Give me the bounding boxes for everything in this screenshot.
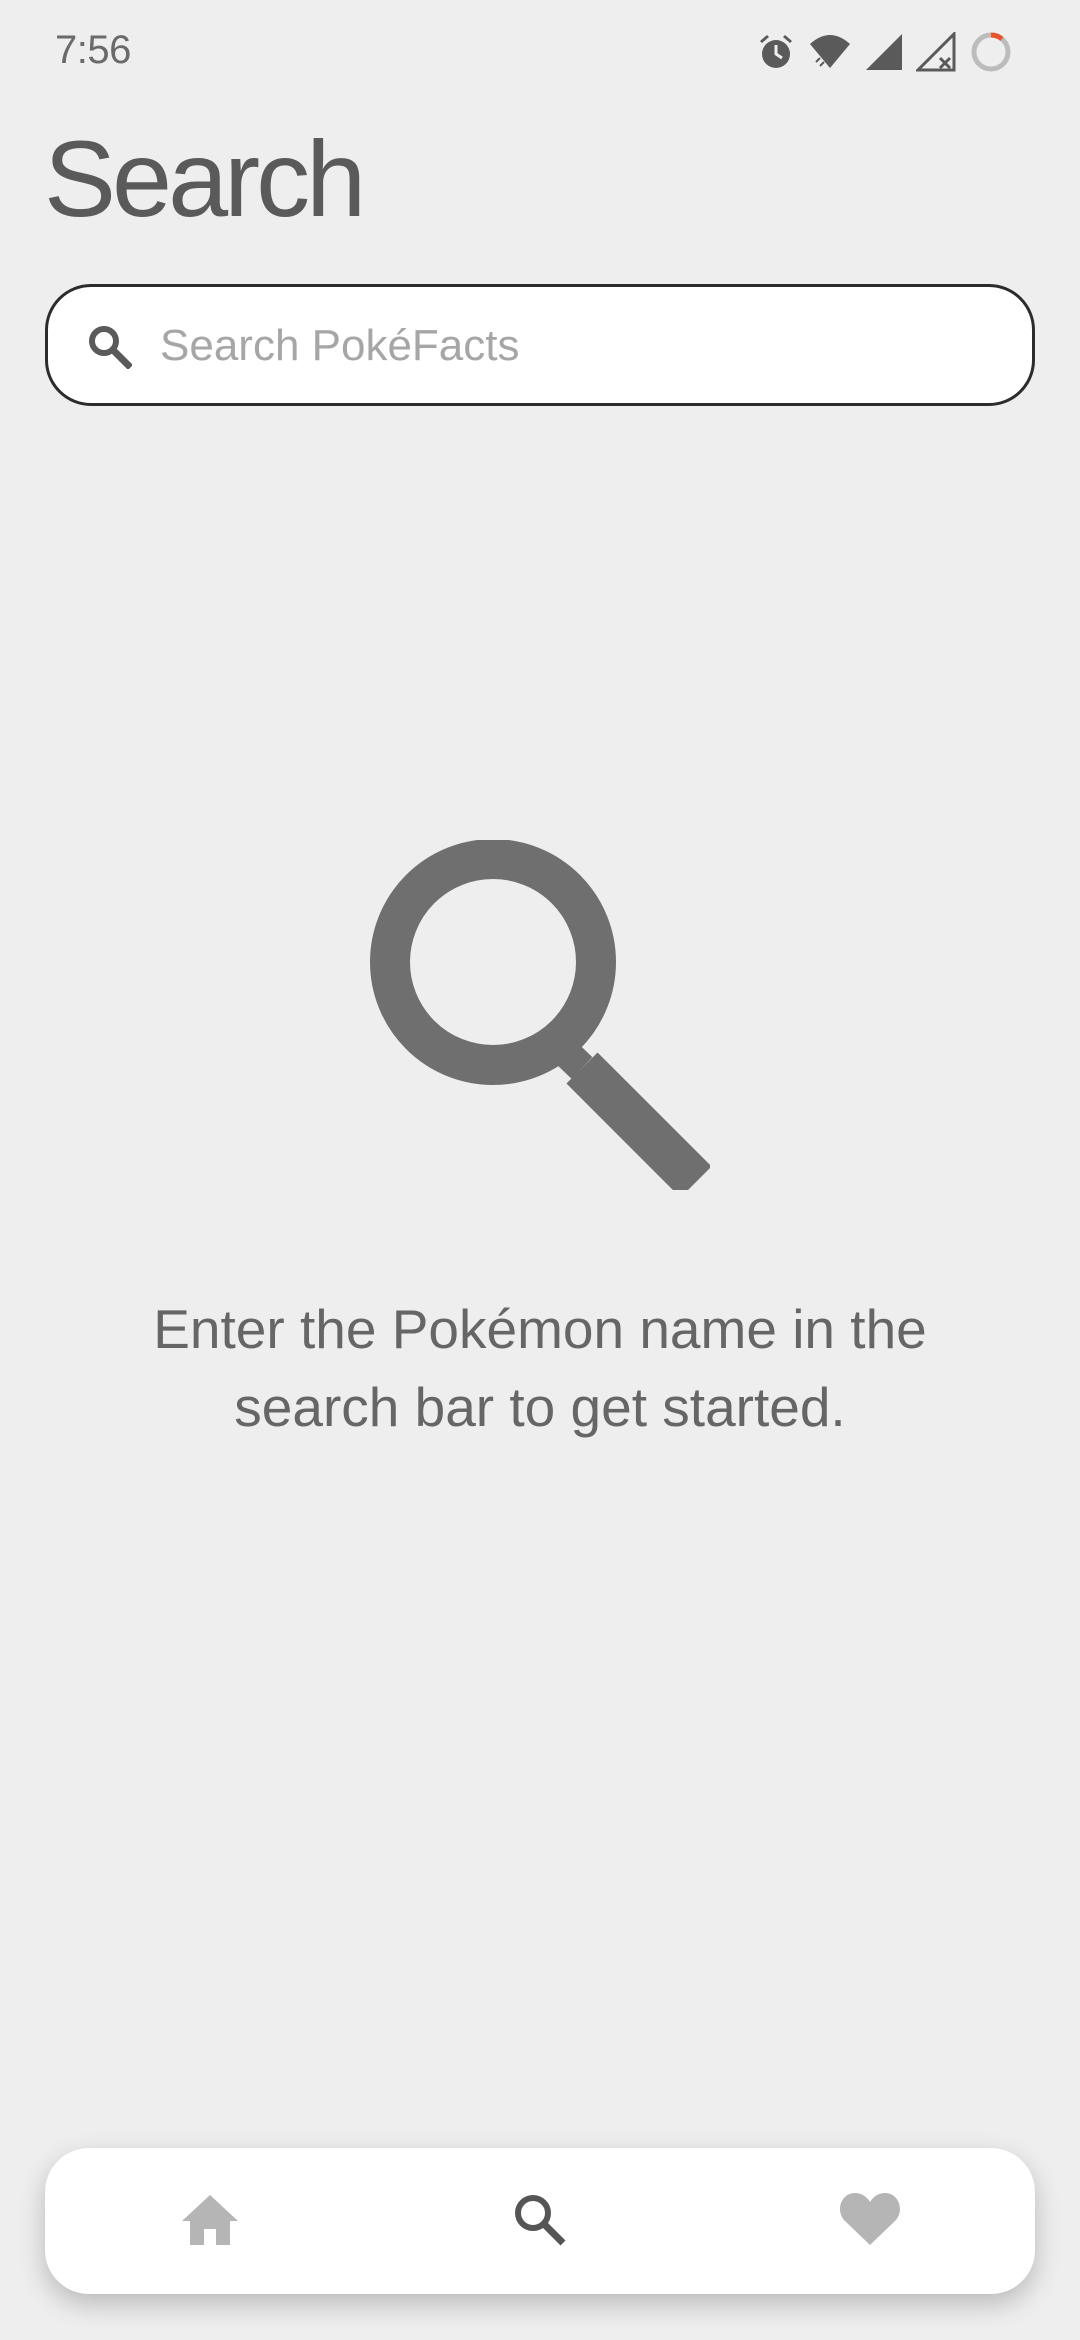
search-icon [511, 2191, 567, 2252]
search-bar[interactable] [45, 284, 1035, 406]
signal-no-service-icon [916, 32, 956, 72]
page-title: Search [44, 118, 366, 239]
battery-saver-ring-icon [968, 29, 1014, 75]
heart-icon [839, 2191, 901, 2252]
signal-icon [864, 32, 904, 72]
nav-search-button[interactable] [479, 2148, 599, 2294]
nav-home-button[interactable] [150, 2148, 270, 2294]
home-icon [180, 2191, 240, 2252]
nav-favorites-button[interactable] [810, 2148, 930, 2294]
status-icons [756, 28, 1014, 76]
alarm-icon [756, 32, 796, 72]
empty-state-message: Enter the Pokémon name in the search bar… [153, 1298, 927, 1438]
status-bar: 7:56 [0, 0, 1080, 100]
wifi-icon [808, 32, 852, 72]
magnifier-icon [360, 839, 712, 1198]
search-input[interactable] [160, 307, 1000, 385]
bottom-navigation [45, 2148, 1035, 2294]
status-time: 7:56 [55, 28, 131, 72]
search-icon [86, 323, 133, 370]
